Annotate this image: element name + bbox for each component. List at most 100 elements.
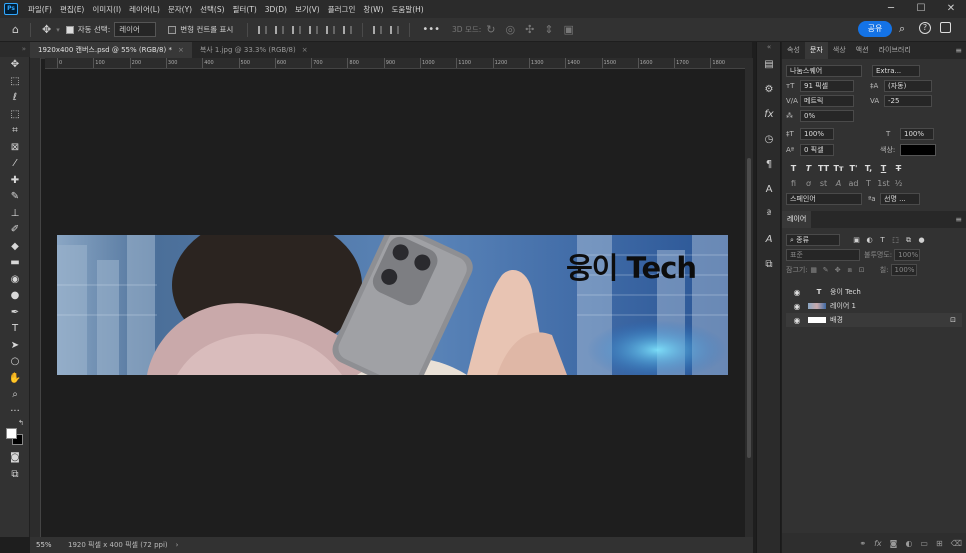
align-vcenter-icon[interactable]	[326, 25, 336, 34]
tracking-field[interactable]: -25	[884, 95, 932, 107]
visibility-eye-icon[interactable]: ◉	[786, 302, 808, 311]
tab-properties[interactable]: 속성	[782, 42, 805, 59]
ellipse-tool-icon[interactable]: ○	[0, 354, 30, 371]
tab-document-1[interactable]: 1920x400 캔버스.psd @ 55% (RGB/8) * ×	[30, 42, 192, 59]
ordinals-button[interactable]: 1st	[876, 179, 891, 188]
distribute-icon[interactable]	[390, 25, 400, 34]
eraser-tool-icon[interactable]: ◆	[0, 239, 30, 256]
trash-icon[interactable]: ⌫	[951, 539, 962, 548]
gradient-tool-icon[interactable]: ▬	[0, 255, 30, 272]
add-mask-icon[interactable]: ◙	[890, 539, 898, 548]
superscript-button[interactable]: T'	[846, 164, 861, 173]
stylistic-alternates-button[interactable]: ad	[846, 179, 861, 188]
visibility-eye-icon[interactable]: ◉	[786, 288, 808, 297]
menu-plugins[interactable]: 플러그인	[324, 4, 360, 15]
character-styles-icon[interactable]: A	[757, 227, 781, 252]
font-size-field[interactable]: 91 픽셀	[800, 80, 854, 92]
filter-shape-icon[interactable]: ⬚	[889, 236, 902, 244]
crop-tool-icon[interactable]: ⌗	[0, 123, 30, 140]
ligatures-button[interactable]: fi	[786, 179, 801, 188]
layer-row-text[interactable]: ◉ T 웅이 Tech	[786, 285, 962, 299]
tab-document-2[interactable]: 복사 1.jpg @ 33.3% (RGB/8) ×	[192, 42, 316, 59]
layer-row-image[interactable]: ◉ 레이어 1	[786, 299, 962, 313]
collapse-panels-icon[interactable]: «	[757, 42, 781, 52]
align-hcenter-icon[interactable]	[275, 25, 285, 34]
lock-paint-icon[interactable]: ✎	[820, 266, 832, 274]
auto-select-dropdown[interactable]: 레이어	[114, 22, 157, 37]
frame-tool-icon[interactable]: ⊠	[0, 140, 30, 157]
move-tool-icon[interactable]: ✥	[0, 57, 30, 74]
help-icon[interactable]: ?	[919, 22, 931, 34]
subscript-button[interactable]: T,	[861, 164, 876, 173]
toolbar-grip[interactable]: »	[0, 42, 30, 57]
layers-icon[interactable]: ⧉	[757, 252, 781, 277]
panel-menu-icon[interactable]: ≡	[955, 42, 962, 59]
filter-adjustment-icon[interactable]: ◐	[863, 236, 876, 244]
swap-colors-icon[interactable]: ↰	[18, 419, 24, 427]
filter-pixel-icon[interactable]: ▣	[850, 236, 863, 244]
zoom-level[interactable]: 55%	[30, 541, 60, 549]
titling-alternates-button[interactable]: T	[861, 179, 876, 188]
antialias-dropdown[interactable]: 선명 ...	[880, 193, 920, 205]
edit-toolbar-icon[interactable]: ···	[0, 404, 30, 421]
more-options-button[interactable]: •••	[422, 24, 440, 35]
fx-icon[interactable]: fx	[874, 539, 882, 548]
quick-mask-icon[interactable]: ◙	[0, 450, 30, 467]
tab-actions[interactable]: 액션	[851, 42, 874, 59]
close-icon[interactable]: ×	[178, 46, 184, 54]
3d-slide-icon[interactable]: ⇕	[544, 23, 553, 36]
glyphs-icon[interactable]: ª	[757, 202, 781, 227]
menu-select[interactable]: 선택(S)	[196, 4, 228, 15]
blend-mode-dropdown[interactable]: 표준	[786, 249, 860, 261]
move-tool-icon[interactable]: ✥	[42, 23, 51, 36]
healing-brush-tool-icon[interactable]: ✚	[0, 173, 30, 190]
faux-bold-button[interactable]: T	[786, 164, 801, 173]
3d-pan-icon[interactable]: ✣	[525, 23, 534, 36]
layer-filter-dropdown[interactable]: ⌕ 종류	[786, 234, 840, 246]
adjustment-layer-icon[interactable]: ◐	[905, 539, 912, 548]
link-layers-icon[interactable]: ⚭	[859, 539, 866, 548]
menu-edit[interactable]: 편집(E)	[56, 4, 88, 15]
3d-scale-icon[interactable]: ▣	[564, 23, 574, 36]
visibility-eye-icon[interactable]: ◉	[786, 316, 808, 325]
minimize-button[interactable]: ─	[876, 0, 906, 18]
all-caps-button[interactable]: TT	[816, 164, 831, 173]
3d-roll-icon[interactable]: ◎	[506, 23, 516, 36]
properties-icon[interactable]: ⚙	[757, 77, 781, 102]
menu-layer[interactable]: 레이어(L)	[125, 4, 164, 15]
adjustments-icon[interactable]: ▤	[757, 52, 781, 77]
auto-select-checkbox[interactable]	[65, 25, 74, 34]
filter-smart-object-icon[interactable]: ⧉	[902, 236, 915, 245]
zoom-tool-icon[interactable]: ⌕	[0, 387, 30, 404]
lock-artboard-icon[interactable]: ⧈	[844, 266, 856, 275]
font-style-dropdown[interactable]: Extra...	[872, 65, 920, 77]
vertical-scale-field[interactable]: 100%	[800, 128, 834, 140]
tab-character[interactable]: 문자	[804, 42, 828, 59]
tsume-field[interactable]: 0%	[800, 110, 854, 122]
underline-button[interactable]: T	[876, 164, 891, 173]
filter-type-icon[interactable]: T	[876, 236, 889, 244]
dodge-tool-icon[interactable]: ●	[0, 288, 30, 305]
history-icon[interactable]: ◷	[757, 127, 781, 152]
menu-window[interactable]: 창(W)	[359, 4, 387, 15]
object-selection-tool-icon[interactable]: ⬚	[0, 107, 30, 124]
panel-menu-icon[interactable]: ≡	[955, 211, 962, 228]
menu-help[interactable]: 도움말(H)	[388, 4, 428, 15]
baseline-shift-field[interactable]: 0 픽셀	[800, 144, 834, 156]
strikethrough-button[interactable]: T	[891, 164, 906, 173]
new-layer-icon[interactable]: ⊞	[936, 539, 943, 548]
share-button[interactable]: 공유	[858, 21, 892, 37]
leading-field[interactable]: (자동)	[884, 80, 932, 92]
align-bottom-icon[interactable]	[343, 25, 353, 34]
faux-italic-button[interactable]: T	[801, 164, 816, 173]
paragraph-icon[interactable]: ¶	[757, 152, 781, 177]
close-button[interactable]: ✕	[936, 0, 966, 18]
maximize-button[interactable]: ☐	[906, 0, 936, 18]
fractions-button[interactable]: ½	[891, 179, 906, 188]
horizontal-scale-field[interactable]: 100%	[900, 128, 934, 140]
document-info[interactable]: 1920 픽셀 x 400 픽셀 (72 ppi)	[68, 540, 168, 550]
type-tool-icon[interactable]: T	[0, 321, 30, 338]
group-icon[interactable]: ▭	[920, 539, 928, 548]
tab-libraries[interactable]: 라이브러리	[874, 42, 916, 59]
tab-layers[interactable]: 레이어	[782, 211, 812, 228]
